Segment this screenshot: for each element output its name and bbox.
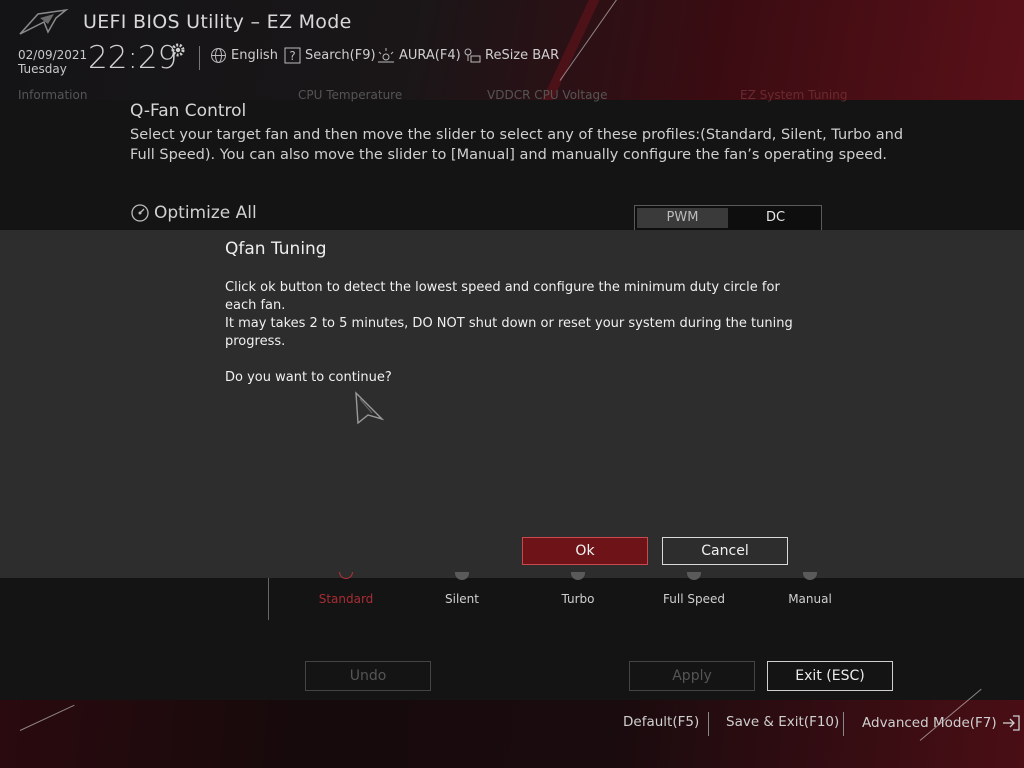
fan-curve-axis — [268, 578, 269, 620]
dialog-question: Do you want to continue? — [225, 370, 392, 385]
dialog-line-1: Click ok button to detect the lowest spe… — [225, 280, 780, 313]
optimize-all-button[interactable]: Optimize All — [130, 203, 257, 223]
tab-information: Information — [18, 88, 88, 102]
qfan-description: Select your target fan and then move the… — [130, 127, 904, 163]
resize-bar-icon — [464, 48, 481, 63]
profile-silent[interactable]: Silent — [417, 592, 507, 606]
tab-cpu-temperature: CPU Temperature — [298, 88, 403, 102]
save-exit-button[interactable]: Save & Exit(F10) — [726, 714, 839, 730]
fan-mode-toggle[interactable]: PWM DC — [634, 205, 822, 231]
svg-text:?: ? — [289, 49, 295, 63]
app-title: UEFI BIOS Utility – EZ Mode — [83, 11, 352, 33]
rog-logo-icon — [19, 8, 69, 35]
footer-divider — [843, 712, 844, 736]
tab-ez-system-tuning: EZ System Tuning — [740, 88, 848, 102]
resize-bar-button[interactable]: ReSize BAR — [463, 47, 559, 64]
exit-button[interactable]: Exit (ESC) — [767, 661, 893, 691]
language-selector[interactable]: English — [210, 47, 278, 64]
search-label: Search(F9) — [305, 48, 376, 63]
undo-button[interactable]: Undo — [305, 661, 431, 691]
save-exit-label: Save & Exit(F10) — [726, 714, 840, 730]
profile-turbo[interactable]: Turbo — [533, 592, 623, 606]
aura-light-icon — [378, 48, 394, 63]
mode-pwm-option[interactable]: PWM — [637, 208, 728, 228]
footer-background — [0, 700, 1024, 768]
date-display: 02/09/2021 Tuesday — [18, 48, 87, 76]
date-text: 02/09/2021 — [18, 48, 88, 62]
search-button[interactable]: ? Search(F9) — [284, 47, 376, 64]
advanced-mode-label: Advanced Mode(F7) — [862, 715, 997, 731]
day-text: Tuesday — [18, 62, 67, 76]
qfan-title: Q-Fan Control — [130, 101, 247, 121]
aura-button[interactable]: AURA(F4) — [377, 47, 461, 64]
language-label: English — [231, 48, 278, 63]
advanced-mode-button[interactable]: Advanced Mode(F7) — [862, 714, 1021, 732]
optimize-all-label: Optimize All — [154, 203, 257, 223]
resize-bar-label: ReSize BAR — [485, 48, 560, 63]
clock-display: 22:29 — [88, 40, 178, 76]
footer-divider — [708, 712, 709, 736]
dialog-line-2: It may takes 2 to 5 minutes, DO NOT shut… — [225, 316, 793, 349]
profile-full-speed[interactable]: Full Speed — [649, 592, 739, 606]
tab-vddcr-cpu-voltage: VDDCR CPU Voltage — [487, 88, 608, 102]
speedometer-icon — [131, 204, 149, 222]
help-search-icon: ? — [284, 47, 301, 64]
dialog-message: Click ok button to detect the lowest spe… — [225, 279, 815, 387]
profile-manual[interactable]: Manual — [765, 592, 855, 606]
mouse-cursor-icon — [355, 391, 384, 425]
profile-standard[interactable]: Standard — [301, 592, 391, 606]
aura-label: AURA(F4) — [399, 48, 461, 63]
mode-dc-option[interactable]: DC — [730, 206, 821, 230]
header-divider — [199, 46, 200, 70]
cancel-button[interactable]: Cancel — [662, 537, 788, 565]
dialog-title: Qfan Tuning — [225, 239, 327, 259]
apply-button[interactable]: Apply — [629, 661, 755, 691]
gear-icon[interactable] — [170, 42, 186, 58]
globe-icon — [211, 48, 226, 63]
exit-arrow-icon — [1002, 715, 1020, 731]
default-label: Default(F5) — [623, 714, 700, 730]
default-button[interactable]: Default(F5) — [623, 714, 699, 730]
ok-button[interactable]: Ok — [522, 537, 648, 565]
